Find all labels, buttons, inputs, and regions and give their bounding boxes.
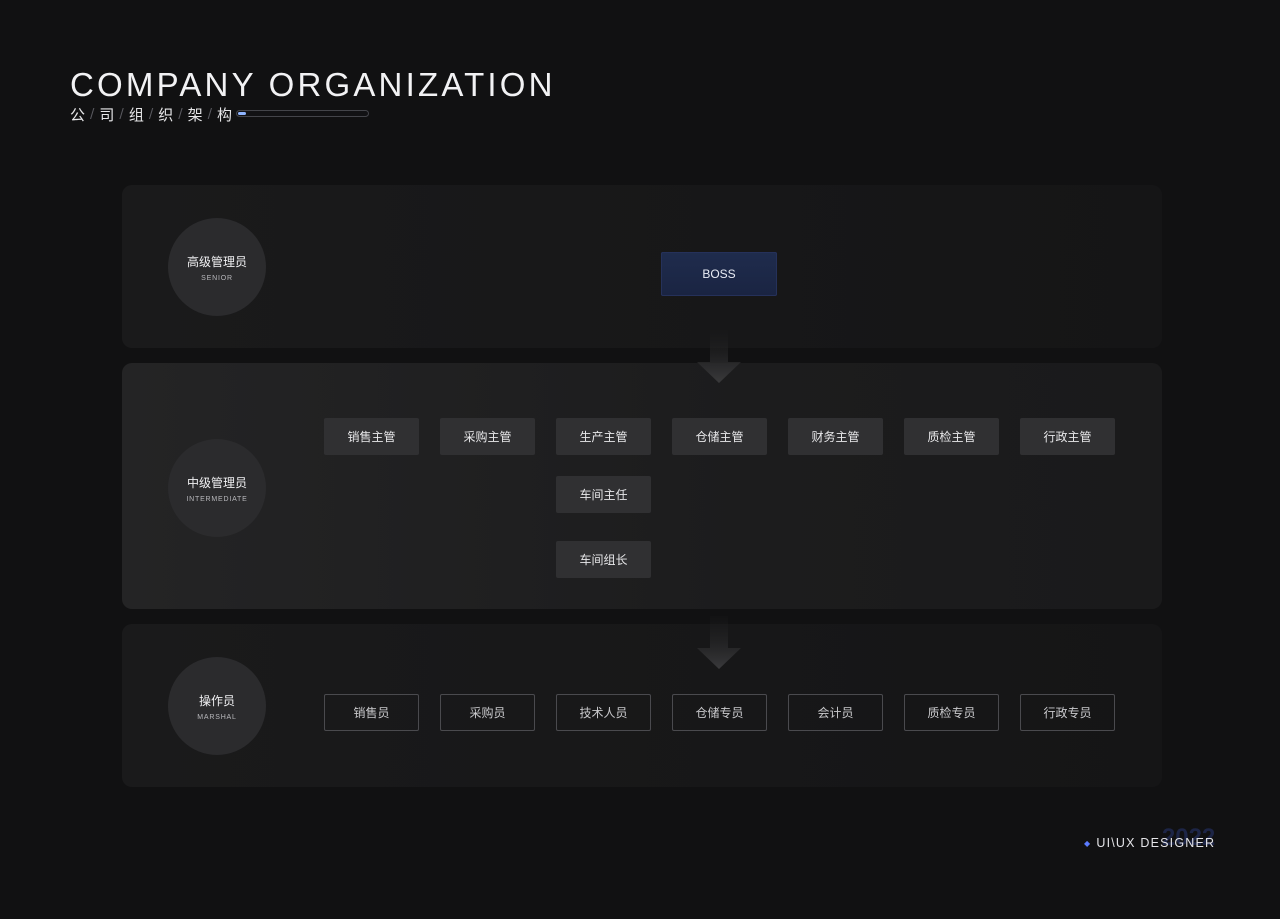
operator-node: 质检专员 bbox=[904, 694, 999, 731]
operator-node: 销售员 bbox=[324, 694, 419, 731]
level-label-zh: 中级管理员 bbox=[186, 475, 247, 490]
subtitle-separator: / bbox=[90, 106, 95, 122]
arrow-down-icon bbox=[697, 616, 741, 669]
manager-node: 仓储主管 bbox=[672, 418, 767, 455]
subtitle-separator: / bbox=[178, 106, 183, 122]
page-title: COMPANY ORGANIZATION bbox=[70, 66, 556, 103]
level-label-en: MARSHAL bbox=[197, 713, 237, 721]
senior-level-band bbox=[122, 185, 1162, 348]
subtitle-char: 组 bbox=[128, 105, 144, 124]
manager-node: 质检主管 bbox=[904, 418, 999, 455]
level-label-en: SENIOR bbox=[201, 274, 233, 282]
workshop-leader-node: 车间组长 bbox=[556, 541, 651, 578]
subtitle-char: 构 bbox=[217, 105, 233, 124]
subtitle-separator: / bbox=[119, 106, 124, 122]
subtitle-char: 架 bbox=[187, 105, 203, 124]
operator-node: 技术人员 bbox=[556, 694, 651, 731]
arrow-down-icon bbox=[697, 330, 741, 383]
level-label-zh: 操作员 bbox=[198, 693, 235, 708]
progress-fill bbox=[238, 112, 246, 115]
subtitle-separator: / bbox=[148, 106, 154, 122]
brand-signature: 2022 ◆ UI\UX DESIGNER bbox=[1084, 824, 1216, 856]
manager-node: 生产主管 bbox=[556, 418, 651, 455]
subtitle-char: 司 bbox=[99, 105, 115, 124]
boss-node: BOSS bbox=[661, 252, 777, 296]
marshal-level-badge: 操作员 MARSHAL bbox=[168, 657, 266, 755]
diamond-icon: ◆ bbox=[1084, 839, 1092, 848]
operator-node: 行政专员 bbox=[1020, 694, 1115, 731]
manager-node: 销售主管 bbox=[324, 418, 419, 455]
page-subtitle: 公 / 司 / 组 / 织 / 架 / 构 bbox=[70, 103, 232, 125]
senior-level-badge: 高级管理员 SENIOR bbox=[168, 218, 266, 316]
operator-node: 仓储专员 bbox=[672, 694, 767, 731]
manager-node: 行政主管 bbox=[1020, 418, 1115, 455]
workshop-director-node: 车间主任 bbox=[556, 476, 651, 513]
manager-node: 财务主管 bbox=[788, 418, 883, 455]
operator-node: 采购员 bbox=[440, 694, 535, 731]
subtitle-char: 织 bbox=[158, 105, 174, 124]
level-label-zh: 高级管理员 bbox=[186, 254, 247, 269]
intermediate-level-badge: 中级管理员 INTERMEDIATE bbox=[168, 439, 266, 537]
level-label-en: INTERMEDIATE bbox=[186, 495, 248, 503]
operator-node: 会计员 bbox=[788, 694, 883, 731]
subtitle-separator: / bbox=[207, 106, 213, 122]
brand-label: UI\UX DESIGNER bbox=[1096, 836, 1216, 850]
progress-bar bbox=[236, 110, 369, 117]
manager-node: 采购主管 bbox=[440, 418, 535, 455]
subtitle-char: 公 bbox=[70, 105, 86, 124]
